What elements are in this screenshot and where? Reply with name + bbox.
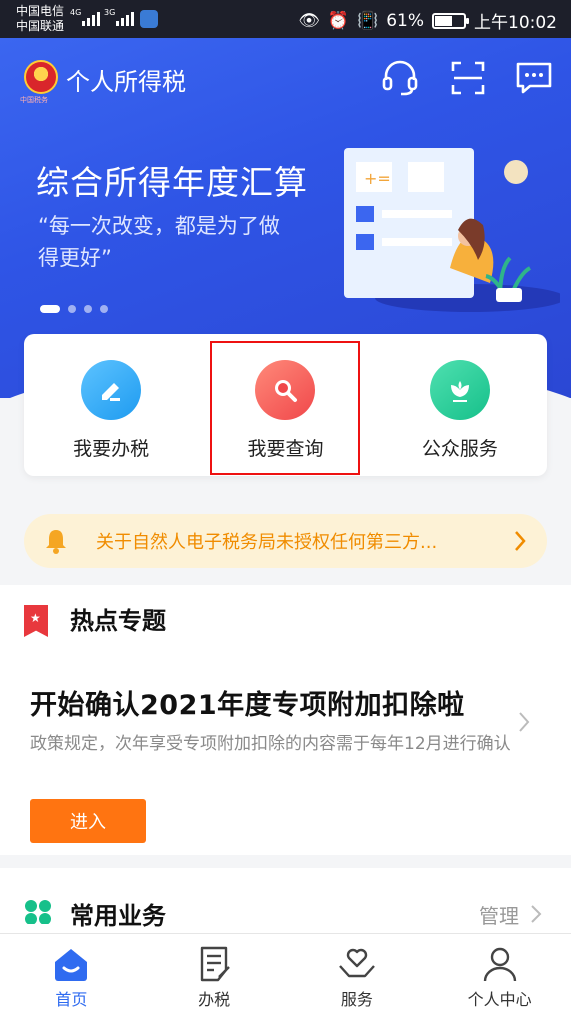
action-file-tax[interactable]: 我要办税 [24,334,198,476]
carousel-dot [100,305,108,313]
grid-icon [25,900,51,924]
manage-link[interactable]: 管理 [479,900,519,929]
carrier-info: 中国电信 中国联通 [16,4,64,34]
banner-illustration: += [344,148,560,312]
network-type-2: 3G [104,8,116,17]
headset-icon[interactable] [380,58,420,98]
carousel-dot [68,305,76,313]
tab-label: 个人中心 [467,990,532,1009]
battery-percent: 61% [386,10,424,31]
vibrate-icon: 📳 [357,10,379,31]
document-icon [200,946,230,982]
tab-tax[interactable]: 办税 [143,934,286,1016]
svg-text:+=: += [364,169,391,188]
eye-icon: 👁 [298,10,320,31]
action-label: 我要办税 [73,438,150,460]
action-label: 公众服务 [421,438,498,460]
carrier-2: 中国联通 [16,19,65,33]
tax-emblem-logo [24,60,58,94]
tab-label: 首页 [55,990,88,1009]
alarm-icon: ⏰ [327,10,350,31]
action-label: 我要查询 [247,438,324,460]
search-icon [255,360,316,420]
scan-icon[interactable] [448,58,488,98]
pen-icon [81,360,142,420]
section-title: 热点专题 [70,607,166,635]
home-icon [55,949,88,981]
carrier-1: 中国电信 [16,4,65,18]
person-icon [483,947,516,982]
carousel-dot [40,305,60,313]
bell-icon [46,530,66,554]
bottom-tab-bar: 首页 办税 服务 个人中心 [0,933,571,1016]
clock: 上午10:02 [474,13,557,33]
heart-hands-icon [338,948,375,978]
notice-text: 关于自然人电子税务局未授权任何第三方... [96,532,438,553]
topic-description: 政策规定，次年享受专项附加扣除的内容需于每年12月进行确认 [30,734,511,754]
action-query[interactable]: 我要查询 [198,334,372,476]
chevron-right-icon [515,531,526,551]
network-type-1: 4G [70,8,82,17]
tab-home[interactable]: 首页 [0,934,143,1016]
flower-icon [429,360,490,420]
enter-button[interactable]: 进入 [30,799,146,843]
common-business-panel: 常用业务 管理 [0,868,571,938]
tab-service[interactable]: 服务 [286,934,429,1016]
topic-title: 开始确认2021年度专项附加扣除啦 [30,690,465,721]
app-title: 个人所得税 [66,68,186,96]
banner-quote: “每一次改变，都是为了做得更好” [38,214,280,270]
status-bar: 中国电信 中国联通 4G 3G 👁 ⏰ 📳 61% 上午10:02 [0,0,571,38]
emblem-text: 中国税务 [20,96,48,104]
carousel-indicator [40,305,108,313]
shield-icon [140,10,158,28]
tab-label: 服务 [340,990,373,1009]
quick-actions: 我要办税 我要查询 公众服务 [24,334,547,476]
chevron-right-icon [531,905,542,923]
bookmark-icon: ★ [24,605,48,637]
carousel-dot [84,305,92,313]
section-title: 常用业务 [70,902,166,930]
message-icon[interactable] [514,58,554,98]
notice-bar[interactable]: 关于自然人电子税务局未授权任何第三方... [24,514,547,568]
signal-icon [116,10,134,26]
tab-profile[interactable]: 个人中心 [428,934,571,1016]
tab-label: 办税 [198,990,231,1009]
action-public-service[interactable]: 公众服务 [373,334,547,476]
chevron-right-icon [519,712,530,732]
battery-icon [432,12,469,29]
hot-topics-panel: ★ 热点专题 开始确认2021年度专项附加扣除啦 政策规定，次年享受专项附加扣除… [0,585,571,855]
signal-icon [82,10,100,26]
banner-title: 综合所得年度汇算 [36,163,308,202]
